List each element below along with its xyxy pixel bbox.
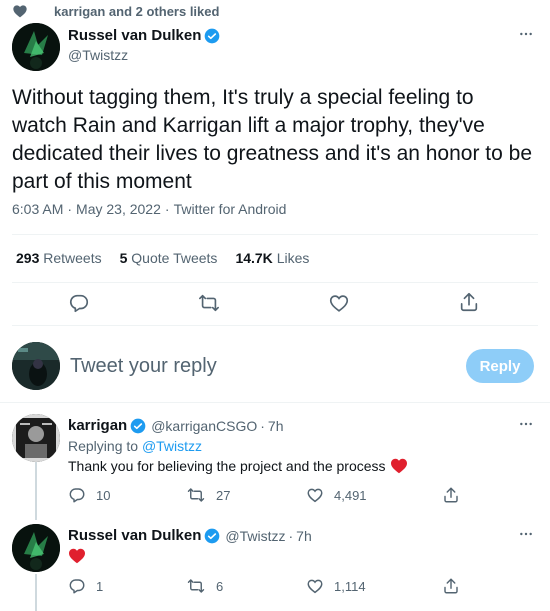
tweet-text: Without tagging them, It's truly a speci…: [12, 86, 533, 193]
reply-text: Thank you for believing the project and …: [68, 458, 408, 474]
reply-author-name[interactable]: Russel van Dulken: [68, 527, 201, 544]
verified-badge-icon: [205, 28, 220, 43]
reply-author-avatar[interactable]: [12, 414, 60, 462]
likes-stat[interactable]: 14.7K Likes: [235, 250, 309, 266]
more-icon[interactable]: [516, 24, 536, 44]
author-name[interactable]: Russel van Dulken: [68, 27, 201, 44]
reply-time[interactable]: 7h: [268, 418, 284, 434]
divider: [12, 234, 538, 235]
reply-action[interactable]: 1: [68, 577, 103, 595]
social-context: karrigan and 2 others liked: [12, 3, 219, 19]
thread-line: [35, 462, 37, 510]
reply-input[interactable]: Tweet your reply: [70, 355, 217, 378]
author-avatar[interactable]: [12, 23, 60, 71]
reply-text: [68, 548, 86, 569]
tweet-time[interactable]: 6:03 AM: [12, 201, 63, 217]
verified-badge-icon: [130, 418, 146, 433]
retweet-action[interactable]: 27: [186, 486, 230, 504]
reply-header: karrigan @karriganCSGO · 7h: [68, 417, 284, 434]
retweets-stat[interactable]: 293 Retweets: [16, 250, 102, 266]
tweet-date[interactable]: May 23, 2022: [76, 201, 161, 217]
tweet-source[interactable]: Twitter for Android: [174, 201, 287, 217]
author-handle[interactable]: @Twistzz: [68, 47, 128, 63]
replying-to: Replying to @Twistzz: [68, 438, 203, 454]
retweet-icon[interactable]: [197, 292, 221, 319]
like-action[interactable]: 4,491: [306, 486, 367, 504]
tweet-stats: 293 Retweets 5 Quote Tweets 14.7K Likes: [16, 250, 309, 266]
reply-icon: [69, 488, 85, 503]
divider: [12, 282, 538, 283]
verified-badge-icon: [205, 528, 220, 543]
social-context-text[interactable]: karrigan and 2 others liked: [54, 4, 219, 19]
retweet-icon: [187, 488, 205, 502]
reply-action[interactable]: 10: [68, 486, 110, 504]
share-icon[interactable]: [458, 291, 480, 318]
reply-author-handle[interactable]: @karriganCSGO: [151, 418, 257, 434]
author-name-row: Russel van Dulken: [68, 27, 220, 44]
retweet-icon: [187, 579, 205, 593]
reply-author-avatar[interactable]: [12, 524, 60, 572]
share-icon[interactable]: [442, 577, 460, 600]
reply-header: Russel van Dulken @Twistzz · 7h: [68, 527, 312, 544]
more-icon[interactable]: [516, 414, 536, 434]
red-heart-emoji-icon: [390, 458, 407, 474]
divider: [0, 402, 550, 403]
reply-time[interactable]: 7h: [296, 528, 312, 544]
reply-author-handle[interactable]: @Twistzz: [225, 528, 285, 544]
share-icon[interactable]: [442, 486, 460, 509]
thread-line: [35, 574, 37, 611]
reply-button[interactable]: Reply: [466, 349, 534, 383]
tweet-meta: 6:03 AM · May 23, 2022 · Twitter for And…: [12, 201, 287, 217]
reply-icon: [69, 579, 85, 594]
replying-to-handle[interactable]: @Twistzz: [142, 438, 202, 454]
quote-tweets-stat[interactable]: 5 Quote Tweets: [120, 250, 218, 266]
red-heart-emoji-icon: [69, 548, 85, 564]
reply-icon[interactable]: [68, 292, 90, 319]
reply-author-name[interactable]: karrigan: [68, 417, 127, 434]
like-icon: [307, 579, 323, 594]
thread-line: [35, 510, 37, 520]
heart-icon: [13, 5, 27, 18]
retweet-action[interactable]: 6: [186, 577, 223, 595]
like-icon: [307, 488, 323, 503]
more-icon[interactable]: [516, 524, 536, 544]
user-avatar[interactable]: [12, 342, 60, 390]
like-action[interactable]: 1,114: [306, 577, 366, 595]
divider: [12, 325, 538, 326]
like-icon[interactable]: [328, 292, 350, 319]
